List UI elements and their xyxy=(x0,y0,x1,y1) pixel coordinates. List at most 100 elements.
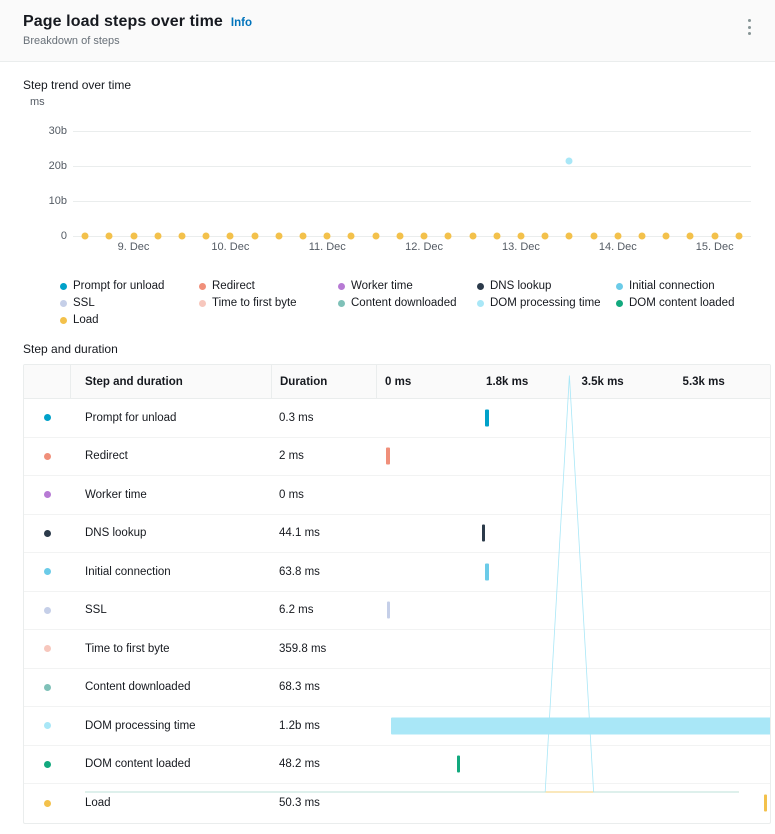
row-duration-bar[interactable] xyxy=(485,409,489,427)
chart-data-point[interactable] xyxy=(662,232,670,240)
page-title: Page load steps over time xyxy=(23,13,223,30)
bar-axis-tick-3: 5.3k ms xyxy=(682,375,725,388)
x-axis-tick-label: 13. Dec xyxy=(501,241,540,253)
x-axis-tick-label: 12. Dec xyxy=(405,241,444,253)
kebab-dot-3 xyxy=(747,32,751,35)
row-color-dot xyxy=(44,683,51,691)
row-bar-cell xyxy=(376,784,770,823)
row-color-dot xyxy=(44,491,51,499)
row-duration-bar[interactable] xyxy=(390,717,770,735)
chart-data-point[interactable] xyxy=(251,232,259,240)
row-bar-cell xyxy=(376,438,770,476)
chart-data-point[interactable] xyxy=(347,232,355,240)
chart-data-point[interactable] xyxy=(686,232,694,240)
row-color-cell xyxy=(24,438,71,476)
page-load-steps-panel: Page load steps over time Info Breakdown… xyxy=(0,0,775,834)
y-axis-tick-label: 30b xyxy=(48,125,67,138)
row-color-dot xyxy=(44,452,51,460)
row-color-cell xyxy=(24,707,71,745)
row-color-cell xyxy=(24,784,71,823)
row-color-cell xyxy=(24,669,71,707)
header-color-cell xyxy=(24,365,71,398)
chart-section: Step trend over time ms 0 10b 20b 30b 9. De… xyxy=(0,62,775,326)
x-axis-tick-label: 10. Dec xyxy=(211,241,250,253)
bar-axis-tick-0: 0 ms xyxy=(385,375,412,388)
y-axis-tick-label: 0 xyxy=(60,230,67,242)
row-bar-cell xyxy=(376,707,770,745)
row-color-cell xyxy=(24,476,71,514)
row-color-dot xyxy=(44,799,51,807)
row-color-cell xyxy=(24,553,71,591)
step-trend-chart: ms 0 10b 20b 30b 9. Dec 10. Dec 11. Dec 12. De… xyxy=(23,96,759,258)
chart-data-point[interactable] xyxy=(565,157,573,165)
row-bar-cell xyxy=(376,515,770,553)
row-color-dot xyxy=(44,606,51,614)
row-color-dot xyxy=(44,722,51,730)
chart-data-point[interactable] xyxy=(517,232,525,240)
row-duration-bar[interactable] xyxy=(763,794,768,812)
row-color-cell xyxy=(24,746,71,784)
row-color-cell xyxy=(24,399,71,437)
row-duration-bar[interactable] xyxy=(386,601,390,619)
y-axis-unit: ms xyxy=(30,96,45,108)
header-title-row: Page load steps over time Info xyxy=(23,13,755,31)
chart-data-point[interactable] xyxy=(178,232,186,240)
y-axis-tick-label: 20b xyxy=(48,160,67,173)
x-axis-tick-label: 11. Dec xyxy=(308,241,346,253)
legend-color-dot xyxy=(60,282,67,290)
x-axis-tick-label: 14. Dec xyxy=(598,241,637,253)
chart-data-point[interactable] xyxy=(420,232,428,240)
row-color-cell xyxy=(24,630,71,668)
row-color-dot xyxy=(44,568,51,576)
chart-data-point[interactable] xyxy=(275,232,283,240)
chart-data-point[interactable] xyxy=(735,232,743,240)
x-axis-tick-label: 9. Dec xyxy=(117,241,150,253)
chart-caption: Step trend over time xyxy=(23,78,132,92)
bar-axis-tick-1: 1.8k ms xyxy=(486,375,529,388)
info-link[interactable]: Info xyxy=(231,17,252,29)
row-bar-cell xyxy=(376,630,770,668)
kebab-dot-1 xyxy=(747,19,751,22)
chart-data-point[interactable] xyxy=(323,232,331,240)
row-bar-cell xyxy=(376,746,770,784)
chart-data-point[interactable] xyxy=(130,232,138,240)
chart-data-point[interactable] xyxy=(638,232,646,240)
row-color-cell xyxy=(24,515,71,553)
legend-color-dot xyxy=(60,299,67,307)
chart-data-point[interactable] xyxy=(711,232,719,240)
chart-data-point[interactable] xyxy=(396,232,404,240)
bar-axis-tick-2: 3.5k ms xyxy=(581,375,624,388)
row-bar-cell xyxy=(376,476,770,514)
chart-data-point[interactable] xyxy=(614,232,622,240)
row-duration-bar[interactable] xyxy=(456,755,460,773)
row-duration-bar[interactable] xyxy=(386,447,390,465)
chart-data-point[interactable] xyxy=(469,232,477,240)
row-bar-cell xyxy=(376,669,770,707)
kebab-dot-2 xyxy=(747,25,751,29)
chart-data-point[interactable] xyxy=(444,232,452,240)
kebab-menu-icon[interactable] xyxy=(739,16,759,38)
chart-data-point[interactable] xyxy=(299,232,307,240)
chart-data-point[interactable] xyxy=(372,232,380,240)
row-duration-bar[interactable] xyxy=(485,563,489,581)
chart-data-point[interactable] xyxy=(541,232,549,240)
chart-data-point[interactable] xyxy=(81,232,89,240)
chart-data-point[interactable] xyxy=(493,232,501,240)
row-bar-cell xyxy=(376,553,770,591)
chart-data-point[interactable] xyxy=(226,232,234,240)
chart-data-point[interactable] xyxy=(565,232,573,240)
chart-data-point[interactable] xyxy=(154,232,162,240)
row-color-dot xyxy=(44,645,51,653)
page-subtitle: Breakdown of steps xyxy=(23,35,120,47)
row-bar-cell xyxy=(376,399,770,437)
chart-data-point[interactable] xyxy=(590,232,598,240)
row-color-dot xyxy=(44,529,51,537)
row-color-cell xyxy=(24,592,71,630)
panel-header: Page load steps over time Info Breakdown… xyxy=(0,0,775,62)
y-axis-tick-label: 10b xyxy=(48,195,67,208)
row-duration-bar[interactable] xyxy=(481,524,486,542)
chart-data-point[interactable] xyxy=(105,232,113,240)
row-bar-cell xyxy=(376,592,770,630)
chart-data-point[interactable] xyxy=(202,232,210,240)
row-color-dot xyxy=(44,760,51,768)
